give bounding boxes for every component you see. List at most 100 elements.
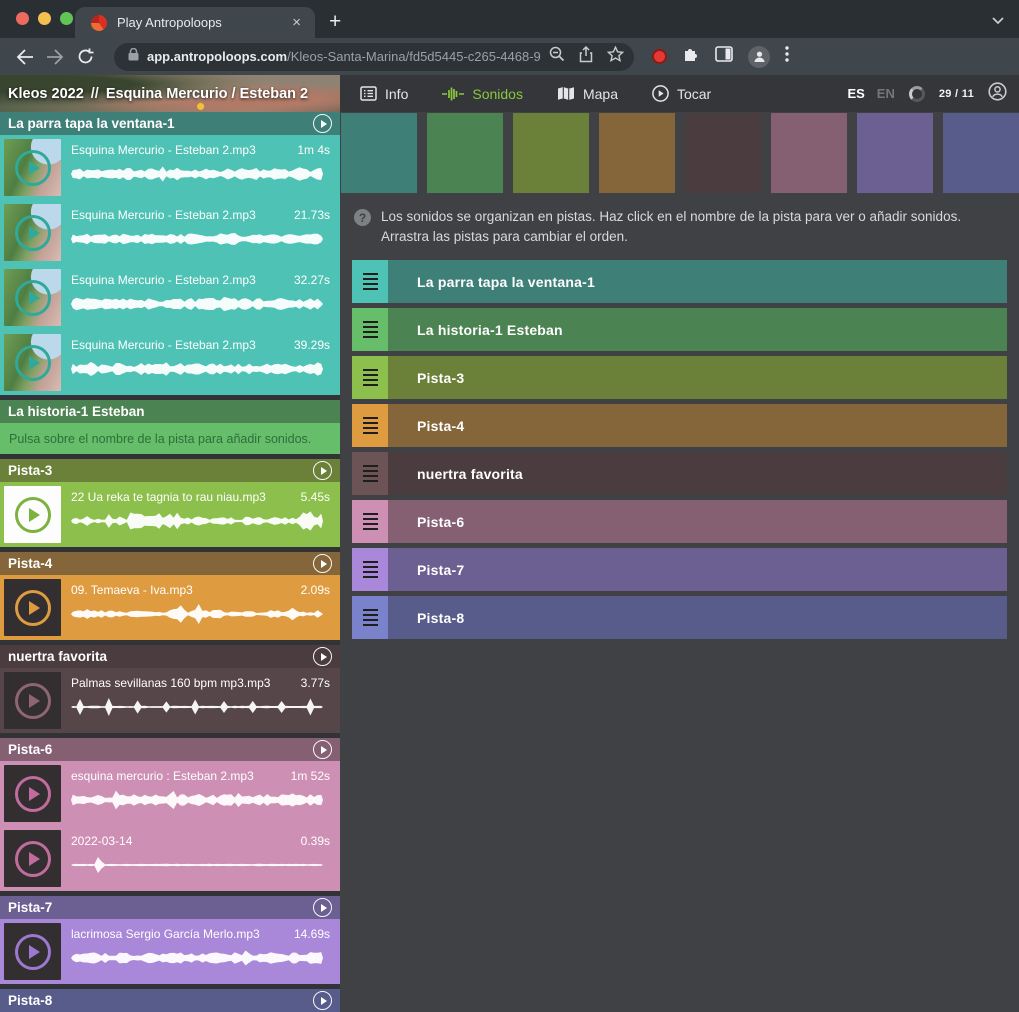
track-swatch[interactable] xyxy=(685,113,761,193)
sound-duration: 5.45s xyxy=(301,490,330,504)
track-play-button[interactable] xyxy=(313,740,332,759)
track-row[interactable]: Pista-3 xyxy=(352,356,1007,399)
track-section-header[interactable]: Pista-8 xyxy=(0,989,340,1012)
track-play-button[interactable] xyxy=(313,647,332,666)
url-bar[interactable]: app.antropoloops.com/Kleos-Santa-Marina/… xyxy=(114,43,634,71)
close-window-button[interactable] xyxy=(16,12,29,25)
sound-item[interactable]: 2022-03-14 0.39s xyxy=(0,826,340,891)
sound-play-button[interactable] xyxy=(15,590,51,626)
sound-duration: 3.77s xyxy=(301,676,330,690)
new-tab-button[interactable]: + xyxy=(329,10,341,34)
extensions-puzzle-icon[interactable] xyxy=(682,45,700,68)
track-section-header[interactable]: Pista-4 xyxy=(0,552,340,575)
sound-waveform xyxy=(71,599,323,629)
track-row[interactable]: Pista-4 xyxy=(352,404,1007,447)
track-section-header[interactable]: nuertra favorita xyxy=(0,645,340,668)
drag-handle-icon[interactable] xyxy=(352,596,388,639)
nav-item-info[interactable]: Info xyxy=(360,86,408,102)
sound-play-button[interactable] xyxy=(15,776,51,812)
sound-play-button[interactable] xyxy=(15,215,51,251)
drag-handle-icon[interactable] xyxy=(352,356,388,399)
drag-handle-icon[interactable] xyxy=(352,452,388,495)
sound-item[interactable]: 09. Temaeva - Iva.mp3 2.09s xyxy=(0,575,340,640)
track-section-header[interactable]: Pista-3 xyxy=(0,459,340,482)
sound-waveform xyxy=(71,692,323,722)
track-row[interactable]: La historia-1 Esteban xyxy=(352,308,1007,351)
lock-icon[interactable] xyxy=(128,48,139,66)
tab-search-chevron-icon[interactable] xyxy=(991,12,1005,30)
track-swatch[interactable] xyxy=(341,113,417,193)
sound-play-button[interactable] xyxy=(15,841,51,877)
sound-play-button[interactable] xyxy=(15,497,51,533)
track-swatch[interactable] xyxy=(513,113,589,193)
track-section-header[interactable]: Pista-6 xyxy=(0,738,340,761)
track-play-button[interactable] xyxy=(313,898,332,917)
sound-filename: Esquina Mercurio - Esteban 2.mp3 xyxy=(71,338,286,352)
drag-handle-icon[interactable] xyxy=(352,404,388,447)
sound-thumbnail xyxy=(4,334,61,391)
track-row[interactable]: La parra tapa la ventana-1 xyxy=(352,260,1007,303)
zoom-out-icon[interactable] xyxy=(549,46,565,67)
browser-profile-avatar[interactable] xyxy=(748,46,770,68)
track-swatch[interactable] xyxy=(943,113,1019,193)
track-swatch[interactable] xyxy=(427,113,503,193)
track-row[interactable]: Pista-8 xyxy=(352,596,1007,639)
sound-play-button[interactable] xyxy=(15,150,51,186)
sound-item[interactable]: Esquina Mercurio - Esteban 2.mp3 1m 4s xyxy=(0,135,340,200)
sound-item[interactable]: lacrimosa Sergio García Merlo.mp3 14.69s xyxy=(0,919,340,984)
track-play-button[interactable] xyxy=(313,114,332,133)
sound-play-button[interactable] xyxy=(15,683,51,719)
browser-tab[interactable]: Play Antropoloops × xyxy=(75,7,315,38)
loading-spinner-icon xyxy=(909,86,925,102)
forward-button[interactable] xyxy=(40,42,70,72)
track-row[interactable]: Pista-6 xyxy=(352,500,1007,543)
track-row[interactable]: nuertra favorita xyxy=(352,452,1007,495)
lang-en[interactable]: EN xyxy=(877,86,895,101)
sound-item[interactable]: Esquina Mercurio - Esteban 2.mp3 32.27s xyxy=(0,265,340,330)
sound-item[interactable]: Esquina Mercurio - Esteban 2.mp3 21.73s xyxy=(0,200,340,265)
track-swatch[interactable] xyxy=(857,113,933,193)
track-play-button[interactable] xyxy=(313,991,332,1010)
browser-menu-kebab-icon[interactable] xyxy=(785,46,789,67)
nav-item-sonidos[interactable]: Sonidos xyxy=(442,86,523,102)
track-section-header[interactable]: La parra tapa la ventana-1 xyxy=(0,112,340,135)
sound-play-button[interactable] xyxy=(15,934,51,970)
maximize-window-button[interactable] xyxy=(60,12,73,25)
nav-item-tocar[interactable]: Tocar xyxy=(652,85,711,102)
track-swatch[interactable] xyxy=(599,113,675,193)
drag-handle-icon[interactable] xyxy=(352,548,388,591)
drag-handle-icon[interactable] xyxy=(352,260,388,303)
sound-item[interactable]: Esquina Mercurio - Esteban 2.mp3 39.29s xyxy=(0,330,340,395)
track-row[interactable]: Pista-7 xyxy=(352,548,1007,591)
nav-item-mapa[interactable]: Mapa xyxy=(557,86,618,102)
drag-handle-icon[interactable] xyxy=(352,308,388,351)
sound-play-button[interactable] xyxy=(15,345,51,381)
lang-es[interactable]: ES xyxy=(847,86,864,101)
back-button[interactable] xyxy=(10,42,40,72)
track-name: Pista-7 xyxy=(8,900,52,915)
sound-item[interactable]: 22 Ua reka te tagnia to rau niau.mp3 5.4… xyxy=(0,482,340,547)
sound-thumbnail xyxy=(4,269,61,326)
account-icon[interactable] xyxy=(988,82,1007,106)
reload-button[interactable] xyxy=(70,42,100,72)
sound-filename: Palmas sevillanas 160 bpm mp3.mp3 xyxy=(71,676,293,690)
remix-breadcrumb[interactable]: Kleos 2022 // Esquina Mercurio / Esteban… xyxy=(0,75,340,112)
recording-extension-icon[interactable] xyxy=(652,49,667,64)
share-icon[interactable] xyxy=(579,46,593,68)
track-play-button[interactable] xyxy=(313,461,332,480)
track-section-header[interactable]: Pista-7 xyxy=(0,896,340,919)
minimize-window-button[interactable] xyxy=(38,12,51,25)
drag-handle-icon[interactable] xyxy=(352,500,388,543)
play-icon xyxy=(652,85,669,102)
close-tab-icon[interactable]: × xyxy=(288,14,305,31)
sound-play-button[interactable] xyxy=(15,280,51,316)
sound-item[interactable]: Palmas sevillanas 160 bpm mp3.mp3 3.77s xyxy=(0,668,340,733)
track-play-button[interactable] xyxy=(313,554,332,573)
track-section-header[interactable]: La historia-1 Esteban xyxy=(0,400,340,423)
bookmark-star-icon[interactable] xyxy=(607,46,624,67)
sound-item[interactable]: esquina mercurio : Esteban 2.mp3 1m 52s xyxy=(0,761,340,826)
side-panel-icon[interactable] xyxy=(715,46,733,67)
sound-thumbnail xyxy=(4,204,61,261)
sound-waveform xyxy=(71,785,323,815)
track-swatch[interactable] xyxy=(771,113,847,193)
